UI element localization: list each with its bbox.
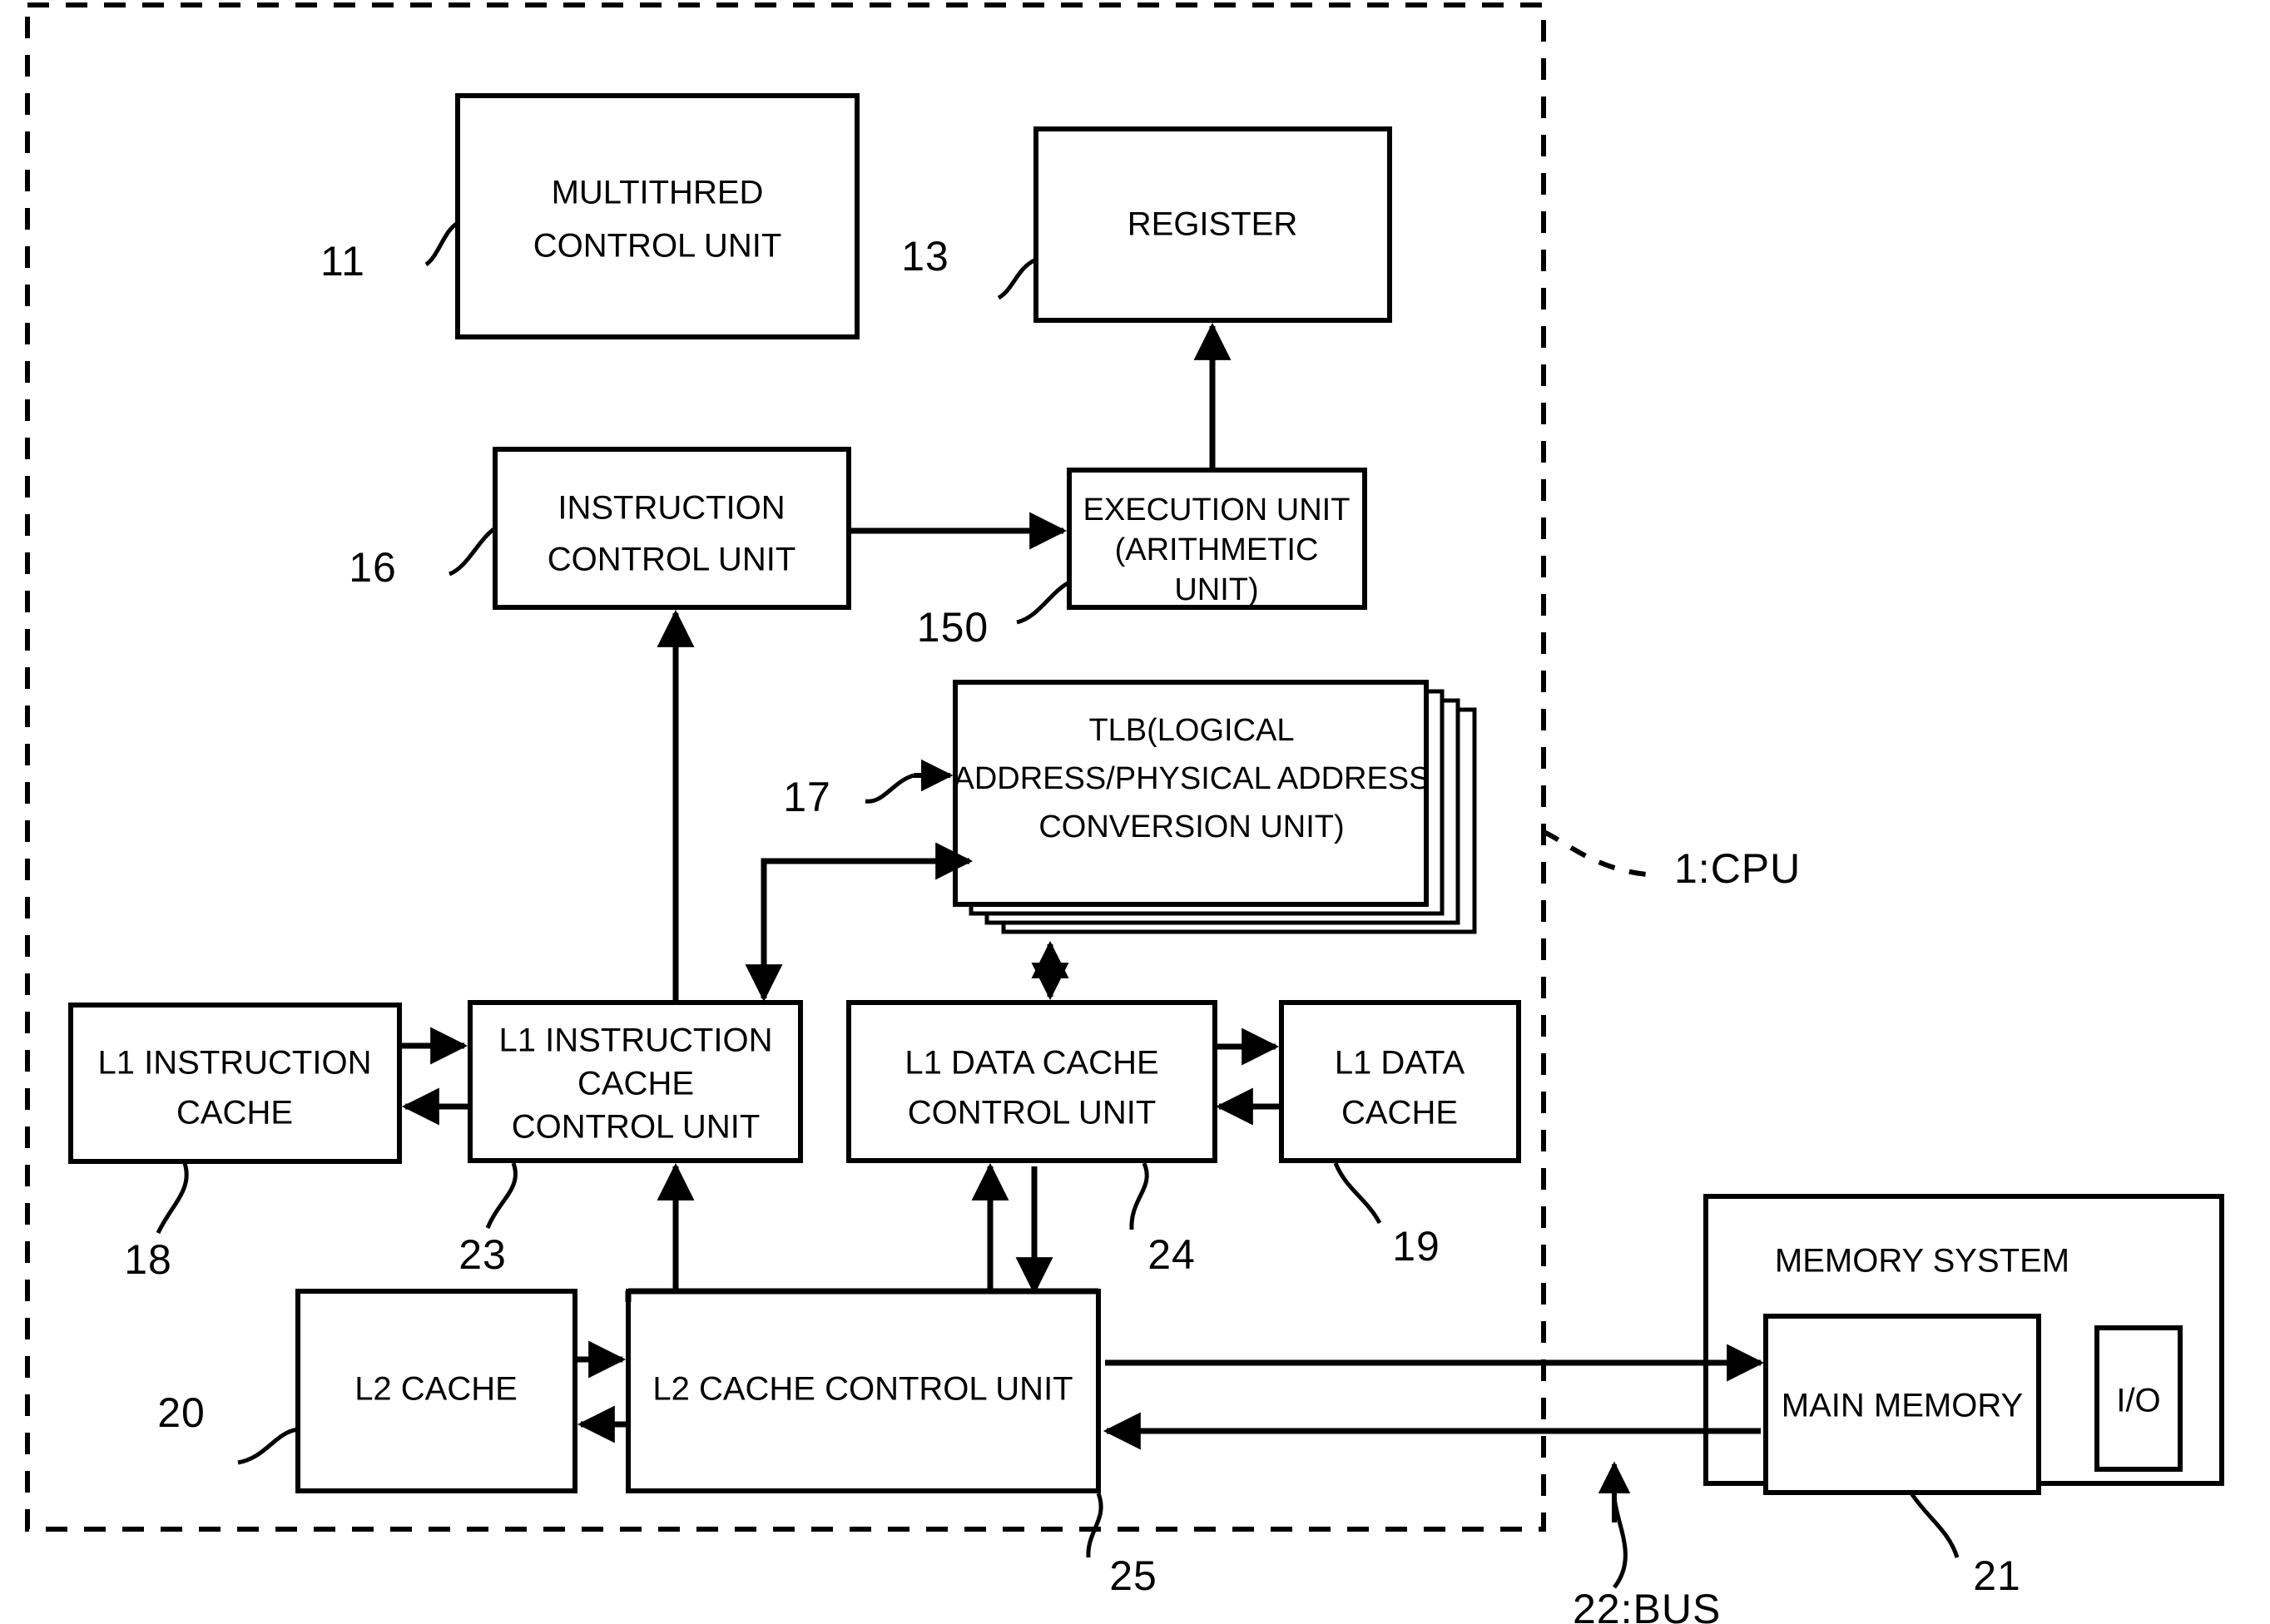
l1-dcache-ctrl-label-line2: CONTROL UNIT <box>908 1095 1157 1131</box>
ref-21-leader <box>1909 1492 1960 1558</box>
ref-19: 19 <box>1392 1223 1440 1270</box>
instruction-control-unit-label-line1: INSTRUCTION <box>558 490 785 527</box>
ref-25: 25 <box>1109 1552 1157 1599</box>
ref-13: 13 <box>901 233 949 280</box>
multithred-control-unit-box <box>455 93 860 339</box>
cpu-label-leader <box>1542 829 1661 878</box>
ref-17-leader <box>865 773 914 804</box>
l1-instruction-cache-box <box>68 1003 402 1164</box>
l2-cache-control-unit-label: L2 CACHE CONTROL UNIT <box>652 1371 1073 1408</box>
ref-19-leader <box>1333 1162 1382 1225</box>
l1-data-cache-label-line1: L1 DATA <box>1335 1045 1465 1082</box>
l1-icache-ctrl-label-line3: CONTROL UNIT <box>512 1109 761 1146</box>
l1-data-cache-control-unit-box <box>846 1000 1217 1163</box>
elbow-icache-ctrl-to-tlb <box>761 858 961 996</box>
ref-11: 11 <box>320 238 365 285</box>
ref-150-leader <box>1016 580 1071 625</box>
ref-24: 24 <box>1147 1231 1196 1278</box>
ref-16-leader <box>448 526 497 577</box>
ref-18: 18 <box>124 1236 172 1283</box>
l1-data-cache-label-line2: CACHE <box>1341 1095 1458 1131</box>
multithred-control-unit-label-line2: CONTROL UNIT <box>533 228 782 265</box>
tlb-label-line2: ADDRESS/PHYSICAL ADDRESS <box>954 761 1430 796</box>
execution-unit-label-line1: EXECUTION UNIT <box>1083 493 1351 527</box>
io-label: I/O <box>2116 1383 2160 1419</box>
ref-20-leader <box>237 1427 299 1465</box>
register-label: REGISTER <box>1128 206 1297 243</box>
ref-23: 23 <box>458 1231 507 1278</box>
tlb-label-line3: CONVERSION UNIT) <box>1038 810 1344 844</box>
ref-25-leader <box>1086 1493 1103 1558</box>
tlb-label-line1: TLB(LOGICAL <box>1088 713 1294 748</box>
ref-13-leader <box>997 257 1038 300</box>
ref-24-leader <box>1129 1162 1149 1230</box>
ref-1-cpu: 1:CPU <box>1674 845 1801 892</box>
ref-20: 20 <box>157 1389 206 1436</box>
multithred-control-unit-label-line1: MULTITHRED <box>552 175 764 211</box>
ref-17: 17 <box>783 774 831 820</box>
l1-data-cache-box <box>1279 1000 1521 1163</box>
ref-23-leader <box>485 1162 518 1229</box>
ref-22-bus: 22:BUS <box>1573 1586 1721 1624</box>
execution-unit-label-line2: (ARITHMETIC <box>1115 532 1319 567</box>
ref-16: 16 <box>349 544 397 591</box>
l1-dcache-ctrl-label-line1: L1 DATA CACHE <box>905 1045 1158 1082</box>
instruction-control-unit-label-line2: CONTROL UNIT <box>548 542 796 578</box>
l1-instruction-cache-label-line2: CACHE <box>176 1095 293 1131</box>
figure-canvas: 1:CPU MULTITHRED CONTROL UNIT 11 REGISTE… <box>0 0 2270 1624</box>
instruction-control-unit-box <box>493 447 851 610</box>
l2-cache-label: L2 CACHE <box>354 1371 518 1408</box>
cpu-block-diagram: 1:CPU MULTITHRED CONTROL UNIT 11 REGISTE… <box>25 2 2224 1624</box>
memory-system-label: MEMORY SYSTEM <box>1775 1243 2069 1280</box>
main-memory-label: MAIN MEMORY <box>1782 1388 2023 1424</box>
ref-11-leader <box>424 220 459 267</box>
execution-unit-label-line3: UNIT) <box>1174 572 1258 607</box>
ref-18-leader <box>156 1162 189 1235</box>
l1-instruction-cache-label-line1: L1 INSTRUCTION <box>98 1045 372 1082</box>
l1-icache-ctrl-label-line2: CACHE <box>577 1066 694 1102</box>
ref-150: 150 <box>917 604 989 651</box>
ref-21: 21 <box>1973 1552 2021 1599</box>
l1-icache-ctrl-label-line1: L1 INSTRUCTION <box>499 1022 773 1059</box>
